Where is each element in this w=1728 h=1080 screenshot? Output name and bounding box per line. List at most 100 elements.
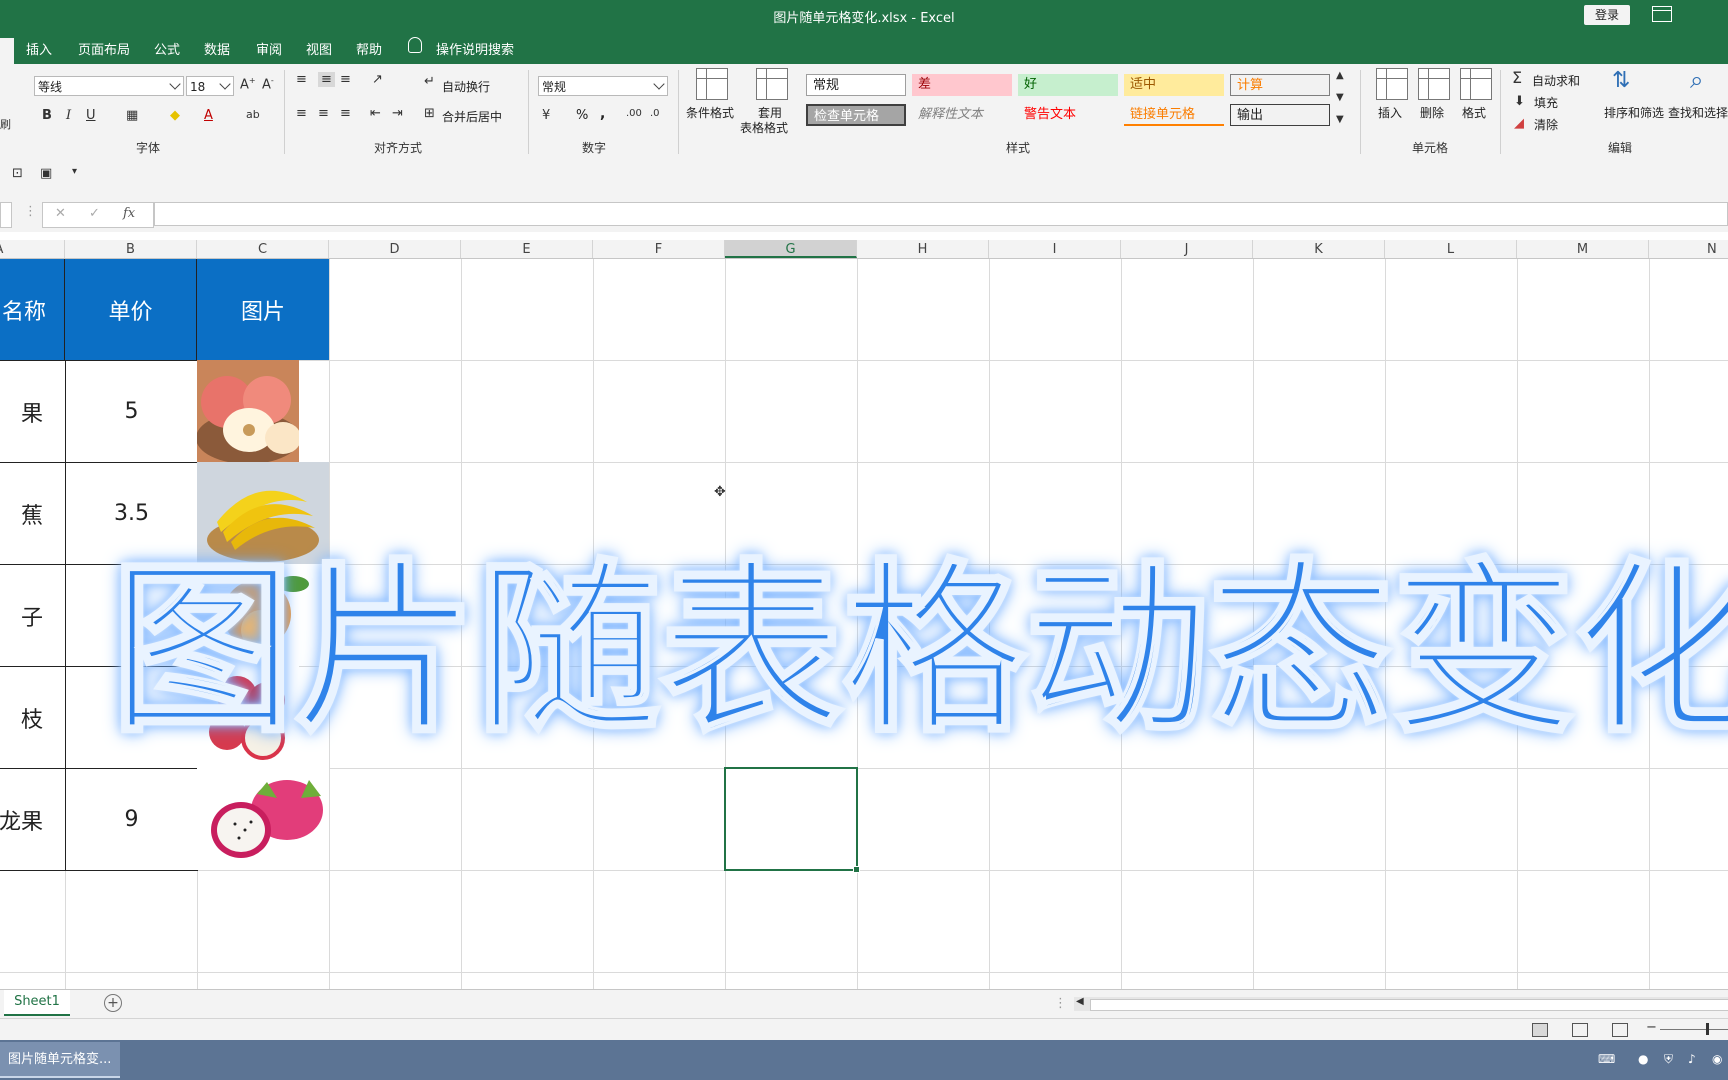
cancel-icon[interactable]: ✕ xyxy=(55,206,66,221)
cell-name-4[interactable]: 枝 xyxy=(0,666,66,769)
dragon-fruit-image[interactable] xyxy=(197,768,329,870)
scroll-left-icon[interactable]: ◀ xyxy=(1076,996,1084,1007)
column-header-m[interactable]: M xyxy=(1517,240,1649,258)
tell-me-search[interactable]: 操作说明搜索 xyxy=(436,39,514,58)
comma-button[interactable]: , xyxy=(600,106,605,122)
zoom-slider-thumb[interactable] xyxy=(1706,1023,1709,1035)
phonetic-icon[interactable]: ab xyxy=(246,108,260,121)
align-middle-icon[interactable]: ≡ xyxy=(318,72,335,87)
delete-cells-button[interactable]: 删除 xyxy=(1420,104,1444,121)
merge-center-button[interactable]: 合并后居中 xyxy=(442,108,502,125)
decrease-indent-icon[interactable]: ⇤ xyxy=(370,106,381,121)
increase-decimal-icon[interactable]: .00 xyxy=(626,108,642,119)
microphone-icon[interactable]: ● xyxy=(1638,1052,1652,1066)
zoom-slider[interactable] xyxy=(1660,1029,1728,1030)
tab-insert[interactable]: 插入 xyxy=(26,39,52,58)
cell-price-5[interactable]: 9 xyxy=(65,768,198,871)
apple-image[interactable] xyxy=(197,360,299,462)
style-normal[interactable]: 常规 xyxy=(806,74,906,96)
align-center-icon[interactable]: ≡ xyxy=(318,106,329,121)
insert-cells-button[interactable]: 插入 xyxy=(1378,104,1402,121)
style-good[interactable]: 好 xyxy=(1018,74,1118,96)
network-icon[interactable]: ◉ xyxy=(1712,1052,1726,1066)
cell-name-1[interactable]: 果 xyxy=(0,360,66,463)
style-neutral[interactable]: 适中 xyxy=(1124,74,1224,96)
header-name[interactable]: 名称 xyxy=(0,259,65,360)
decrease-font-icon[interactable]: A- xyxy=(262,76,274,92)
tab-review[interactable]: 审阅 xyxy=(256,39,282,58)
sheet-tab-sheet1[interactable]: Sheet1 xyxy=(4,990,70,1016)
wrap-text-button[interactable]: 自动换行 xyxy=(442,78,490,95)
shield-icon[interactable]: ⛨ xyxy=(1664,1052,1678,1066)
number-format-select[interactable]: 常规 xyxy=(538,76,668,96)
cell-name-2[interactable]: 蕉 xyxy=(0,462,66,565)
tab-formulas[interactable]: 公式 xyxy=(154,39,180,58)
column-header-j[interactable]: J xyxy=(1121,240,1253,258)
style-explain[interactable]: 解释性文本 xyxy=(912,104,1012,126)
font-name-select[interactable]: 等线 xyxy=(34,76,184,96)
column-header-l[interactable]: L xyxy=(1385,240,1517,258)
style-calc[interactable]: 计算 xyxy=(1230,74,1330,96)
login-button[interactable]: 登录 xyxy=(1584,5,1630,25)
decrease-decimal-icon[interactable]: .0 xyxy=(650,108,660,119)
currency-icon[interactable]: ¥ xyxy=(542,108,550,123)
tab-view[interactable]: 视图 xyxy=(306,39,332,58)
add-sheet-icon[interactable]: + xyxy=(104,994,122,1012)
speaker-icon[interactable]: ♪ xyxy=(1688,1052,1702,1066)
split-handle-icon[interactable]: ⋮ xyxy=(1054,996,1067,1011)
autosum-button[interactable]: 自动求和 xyxy=(1532,72,1580,89)
cell-name-3[interactable]: 子 xyxy=(0,564,66,667)
column-header-a[interactable]: A xyxy=(0,240,65,258)
orientation-icon[interactable]: ↗ xyxy=(372,72,383,87)
header-price[interactable]: 单价 xyxy=(65,259,197,360)
style-bad[interactable]: 差 xyxy=(912,74,1012,96)
page-break-view-icon[interactable] xyxy=(1612,1023,1628,1037)
align-left-icon[interactable]: ≡ xyxy=(296,106,307,121)
table-format-line2[interactable]: 表格格式 xyxy=(740,119,788,136)
column-header-c[interactable]: C xyxy=(197,240,329,258)
page-layout-view-icon[interactable] xyxy=(1572,1023,1588,1037)
styles-scroll-down-icon[interactable]: ▼ xyxy=(1336,92,1344,103)
border-icon[interactable]: ▦ xyxy=(126,108,138,123)
tab-help[interactable]: 帮助 xyxy=(356,39,382,58)
taskbar-excel-item[interactable]: 图片随单元格变... xyxy=(0,1042,120,1078)
formula-input[interactable] xyxy=(154,202,1728,226)
align-right-icon[interactable]: ≡ xyxy=(340,106,351,121)
conditional-format-button[interactable]: 条件格式 xyxy=(686,104,734,121)
styles-more-icon[interactable]: ▼ xyxy=(1336,114,1344,125)
enter-icon[interactable]: ✓ xyxy=(89,206,100,221)
style-warning[interactable]: 警告文本 xyxy=(1018,104,1118,126)
tab-data[interactable]: 数据 xyxy=(204,39,230,58)
column-header-i[interactable]: I xyxy=(989,240,1121,258)
tab-home[interactable] xyxy=(0,38,14,64)
name-box[interactable] xyxy=(0,202,12,228)
scroll-thumb[interactable] xyxy=(1090,999,1728,1011)
column-header-e[interactable]: E xyxy=(461,240,593,258)
style-check-cell[interactable]: 检查单元格 xyxy=(806,104,906,126)
column-header-g[interactable]: G xyxy=(725,240,857,258)
column-header-k[interactable]: K xyxy=(1253,240,1385,258)
style-output[interactable]: 输出 xyxy=(1230,104,1330,126)
underline-icon[interactable]: U xyxy=(86,108,96,123)
ribbon-display-icon[interactable] xyxy=(1652,6,1672,22)
styles-scroll-up-icon[interactable]: ▲ xyxy=(1336,70,1344,81)
increase-indent-icon[interactable]: ⇥ xyxy=(392,106,403,121)
align-top-icon[interactable]: ≡ xyxy=(296,72,307,87)
fill-button[interactable]: 填充 xyxy=(1534,94,1558,111)
column-header-b[interactable]: B xyxy=(65,240,197,258)
tab-page-layout[interactable]: 页面布局 xyxy=(78,39,130,58)
cell-name-5[interactable]: 龙果 xyxy=(0,768,66,871)
column-header-f[interactable]: F xyxy=(593,240,725,258)
header-picture[interactable]: 图片 xyxy=(197,259,329,360)
align-bottom-icon[interactable]: ≡ xyxy=(340,72,351,87)
format-cells-button[interactable]: 格式 xyxy=(1462,104,1486,121)
find-select-button[interactable]: 查找和选择 xyxy=(1668,104,1728,121)
insert-function-icon[interactable]: fx xyxy=(123,206,135,221)
bold-icon[interactable]: B xyxy=(42,108,52,123)
font-size-select[interactable]: 18 xyxy=(186,76,234,96)
increase-font-icon[interactable]: A+ xyxy=(240,76,256,92)
cell-price-1[interactable]: 5 xyxy=(65,360,198,463)
style-link[interactable]: 链接单元格 xyxy=(1124,104,1224,126)
screenshot-icon[interactable]: ▣ xyxy=(40,166,52,181)
zoom-out-icon[interactable]: − xyxy=(1646,1020,1657,1035)
